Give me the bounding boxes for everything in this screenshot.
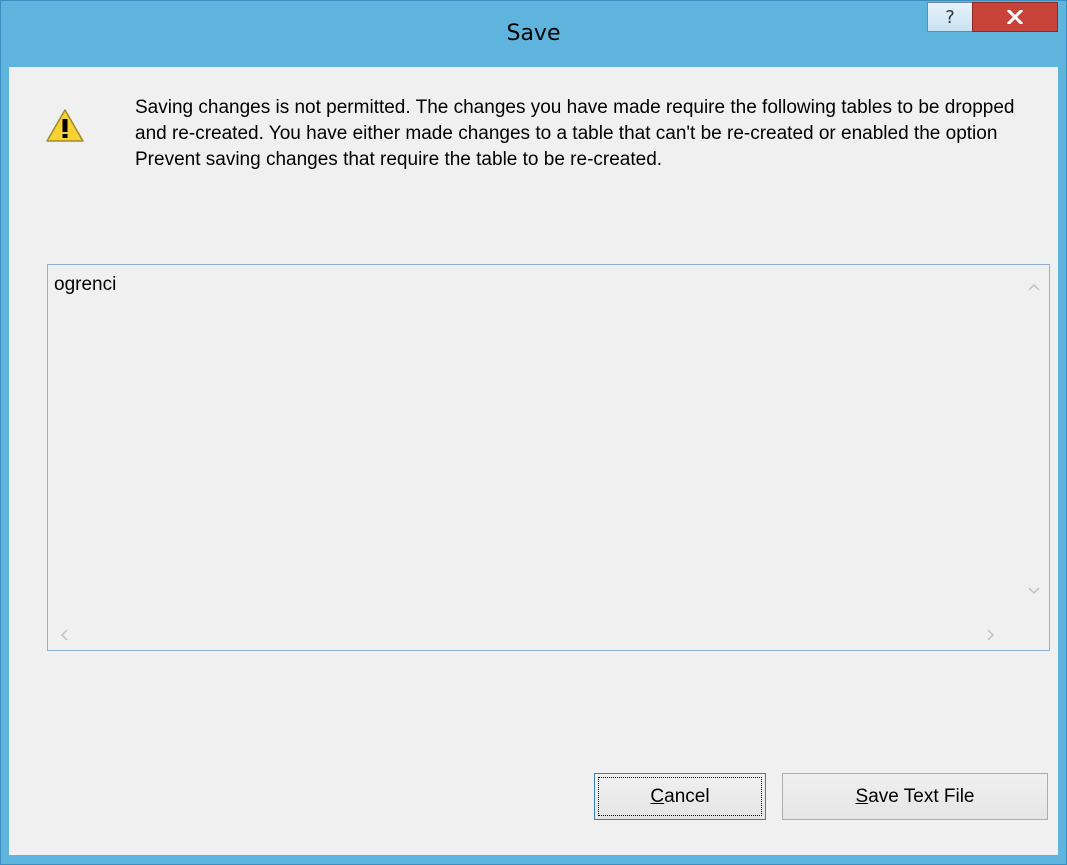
scroll-up-icon[interactable] xyxy=(1026,279,1042,295)
scroll-right-icon[interactable] xyxy=(983,627,999,643)
save-dialog: Save ? Saving changes is not permitted. … xyxy=(0,0,1067,865)
scroll-down-icon[interactable] xyxy=(1026,583,1042,599)
help-button[interactable]: ? xyxy=(927,2,973,32)
save-text-file-button[interactable]: Save Text File xyxy=(782,773,1048,820)
title-bar[interactable]: Save ? xyxy=(1,1,1066,67)
vertical-scrollbar[interactable] xyxy=(1019,265,1049,620)
warning-message: Saving changes is not permitted. The cha… xyxy=(135,97,1015,170)
tables-listbox[interactable]: ogrenci xyxy=(47,264,1050,651)
cancel-button-label: Cancel xyxy=(650,785,710,807)
save-text-file-button-label: Save Text File xyxy=(855,785,975,807)
cancel-button[interactable]: Cancel xyxy=(594,773,766,820)
dialog-body: Saving changes is not permitted. The cha… xyxy=(9,67,1058,855)
horizontal-scrollbar[interactable] xyxy=(48,620,1019,650)
list-item[interactable]: ogrenci xyxy=(54,274,116,296)
help-icon: ? xyxy=(945,6,955,28)
close-icon xyxy=(1007,10,1023,24)
warning-icon xyxy=(46,109,84,142)
close-button[interactable] xyxy=(972,2,1058,32)
scroll-corner xyxy=(1019,620,1049,650)
dialog-title: Save xyxy=(506,21,561,46)
scroll-left-icon[interactable] xyxy=(56,627,72,643)
